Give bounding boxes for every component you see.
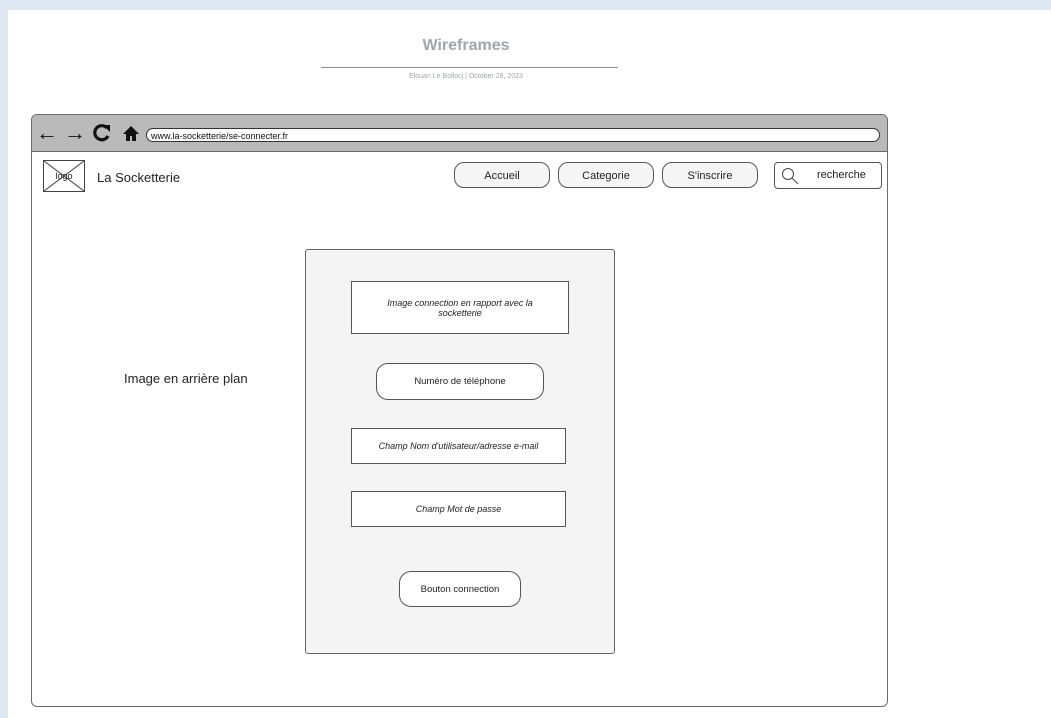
search-icon [782,168,799,185]
phone-number-button[interactable]: Numéro de téléphone [376,363,544,400]
login-button[interactable]: Bouton connection [399,571,521,607]
logo-text: logo [55,171,73,181]
arrow-left-icon[interactable]: ← [36,121,58,145]
home-icon[interactable] [120,121,142,145]
nav-button-accueil[interactable]: Accueil [454,162,550,188]
site-name[interactable]: La Socketterie [97,170,180,185]
document-meta: Elouan Le Bollocj | October 28, 2023 [409,73,523,80]
browser-toolbar: ← → www.la-socketterie/se-connecter.fr [32,115,887,152]
background-image-label: Image en arrière plan [124,371,248,386]
login-image-placeholder: Image connection en rapport avec la sock… [351,281,569,334]
search-box[interactable]: recherche [774,162,882,189]
logo-placeholder[interactable]: logo [43,160,85,192]
nav-button-sinscrire[interactable]: S'inscrire [662,162,758,188]
login-form-panel: Image connection en rapport avec la sock… [305,249,615,654]
nav-button-categorie[interactable]: Categorie [558,162,654,188]
reload-icon[interactable] [91,121,113,145]
arrow-right-icon[interactable]: → [64,121,86,145]
search-label: recherche [817,169,866,181]
browser-window: ← → www.la-socketterie/se-connecter.fr l… [31,114,888,707]
username-email-field[interactable]: Champ Nom d'utilisateur/adresse e-mail [351,428,566,464]
title-divider [321,67,618,68]
url-bar[interactable]: www.la-socketterie/se-connecter.fr [146,128,880,142]
document-title: Wireframes [422,37,510,54]
password-field[interactable]: Champ Mot de passe [351,491,566,527]
